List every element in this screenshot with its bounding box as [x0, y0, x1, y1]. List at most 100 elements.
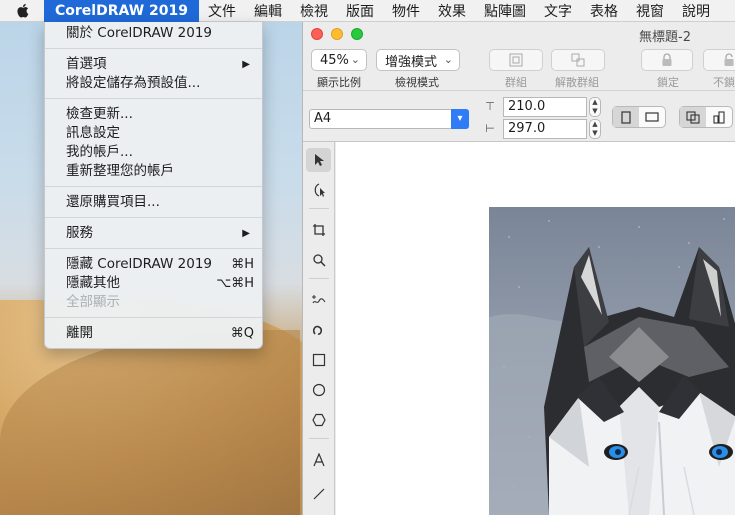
landscape-icon [645, 112, 659, 122]
page-width-stepper[interactable]: ▲ ▼ [589, 97, 601, 117]
minimize-button[interactable] [331, 28, 343, 40]
app-menu-dropdown: 關於 CorelDRAW 2019 首選項 ▶ 將設定儲存為預設值... 檢查更… [44, 22, 263, 349]
orientation-toggle [612, 106, 666, 128]
lock-button[interactable] [641, 49, 693, 71]
apple-menu[interactable] [0, 0, 44, 22]
menu-bitmaps[interactable]: 點陣圖 [475, 0, 535, 22]
menu-quit-shortcut: ⌘Q [230, 326, 254, 341]
portrait-button[interactable] [613, 107, 639, 127]
menu-effects[interactable]: 效果 [429, 0, 475, 22]
menu-refresh-account[interactable]: 重新整理您的帳戶 [45, 162, 262, 181]
current-page-button[interactable] [706, 107, 732, 127]
page-height-stepper[interactable]: ▲ ▼ [589, 119, 601, 139]
zoom-button[interactable] [351, 28, 363, 40]
view-mode-label: 檢視模式 [395, 76, 439, 89]
ellipse-icon [312, 383, 325, 397]
main-toolbar: 45% ⌄ 顯示比例 增強模式 ⌄ 檢視模式 群組 解散群組 鎖定 不鎖 [303, 46, 735, 90]
close-button[interactable] [311, 28, 323, 40]
menu-about[interactable]: 關於 CorelDRAW 2019 [45, 24, 262, 43]
lock-label: 鎖定 [657, 76, 679, 89]
menu-separator [45, 217, 262, 218]
menu-save-defaults[interactable]: 將設定儲存為預設值... [45, 74, 262, 93]
page-width-input[interactable]: 210.0 [503, 97, 587, 117]
group-icon [509, 53, 523, 67]
menu-window[interactable]: 視窗 [627, 0, 673, 22]
menu-hide-others-label: 隱藏其他 [66, 275, 120, 291]
zoom-level-select[interactable]: 45% ⌄ [311, 49, 367, 71]
menu-quit[interactable]: 離開 ⌘Q [45, 324, 262, 343]
menu-services[interactable]: 服務 ▶ [45, 224, 262, 243]
node-edit-icon [314, 183, 325, 197]
menu-hide-app[interactable]: 隱藏 CorelDRAW 2019 ⌘H [45, 255, 262, 274]
husky-illustration [489, 218, 735, 515]
text-tool[interactable] [306, 448, 331, 472]
current-page-icon [713, 110, 725, 124]
freehand-tool[interactable] [306, 288, 331, 312]
menu-app-coreldraw[interactable]: CorelDRAW 2019 [44, 0, 199, 22]
title-bar: 無標題-2 [303, 22, 735, 46]
artistic-media-tool[interactable] [306, 318, 331, 342]
menu-preferences[interactable]: 首選項 ▶ [45, 55, 262, 74]
apple-icon [16, 3, 28, 18]
all-pages-icon [686, 110, 700, 124]
menu-view[interactable]: 檢視 [291, 0, 337, 22]
menu-hide-others-shortcut: ⌥⌘H [216, 276, 254, 291]
menu-help[interactable]: 說明 [673, 0, 719, 22]
page-height-input[interactable]: 297.0 [503, 119, 587, 139]
menu-separator [45, 48, 262, 49]
page-size-value: A4 [314, 111, 332, 126]
landscape-button[interactable] [639, 107, 665, 127]
group-label: 群組 [505, 76, 527, 89]
submenu-arrow-icon: ▶ [242, 59, 250, 70]
menu-file[interactable]: 文件 [199, 0, 245, 22]
tool-separator [309, 278, 329, 279]
line-icon [313, 488, 324, 500]
line-tool[interactable] [306, 482, 331, 506]
portrait-icon [621, 110, 631, 124]
drawing-canvas[interactable] [336, 142, 735, 515]
view-mode-select[interactable]: 增強模式 ⌄ [376, 49, 460, 71]
all-pages-button[interactable] [680, 107, 706, 127]
menu-restore-purchases[interactable]: 還原購買項目... [45, 193, 262, 212]
coreldraw-window: 無標題-2 45% ⌄ 顯示比例 增強模式 ⌄ 檢視模式 群組 解散群組 鎖定 … [302, 22, 735, 515]
unlock-label: 不鎖 [713, 76, 735, 89]
menu-quit-label: 離開 [66, 325, 93, 341]
shape-tool[interactable] [306, 178, 331, 202]
menu-preferences-label: 首選項 [66, 56, 107, 72]
menu-separator [45, 248, 262, 249]
curve-icon [312, 325, 322, 335]
rectangle-icon [312, 353, 325, 367]
menu-check-updates[interactable]: 檢查更新... [45, 105, 262, 124]
zoom-tool[interactable] [306, 248, 331, 272]
polygon-tool[interactable] [306, 408, 331, 432]
document-title: 無標題-2 [639, 30, 691, 45]
freehand-icon [311, 295, 325, 304]
menu-table[interactable]: 表格 [581, 0, 627, 22]
ungroup-button[interactable] [551, 49, 605, 71]
rectangle-tool[interactable] [306, 348, 331, 372]
polygon-icon [311, 413, 326, 427]
menu-edit[interactable]: 編輯 [245, 0, 291, 22]
chevron-down-icon: ⌄ [443, 53, 453, 66]
unlock-icon [724, 53, 734, 66]
menu-text[interactable]: 文字 [535, 0, 581, 22]
menu-hide-others[interactable]: 隱藏其他 ⌥⌘H [45, 274, 262, 293]
menu-message-settings[interactable]: 訊息設定 [45, 124, 262, 143]
menu-layout[interactable]: 版面 [337, 0, 383, 22]
ellipse-tool[interactable] [306, 378, 331, 402]
group-button[interactable] [489, 49, 543, 71]
zoom-level-value: 45% [320, 52, 349, 68]
menu-my-account[interactable]: 我的帳戶... [45, 143, 262, 162]
menu-object[interactable]: 物件 [383, 0, 429, 22]
pick-tool[interactable] [306, 148, 331, 172]
page-size-select[interactable]: A4 ▾ [309, 109, 469, 129]
ungroup-label: 解散群組 [555, 76, 599, 89]
unlock-button[interactable] [703, 49, 735, 71]
menu-bar: CorelDRAW 2019 文件 編輯 檢視 版面 物件 效果 點陣圖 文字 … [0, 0, 735, 22]
menu-show-all: 全部顯示 [66, 294, 120, 310]
menu-separator [45, 317, 262, 318]
husky-artwork[interactable] [489, 207, 735, 515]
tool-separator [309, 208, 329, 209]
ungroup-icon [571, 53, 585, 67]
crop-tool[interactable] [306, 218, 331, 242]
